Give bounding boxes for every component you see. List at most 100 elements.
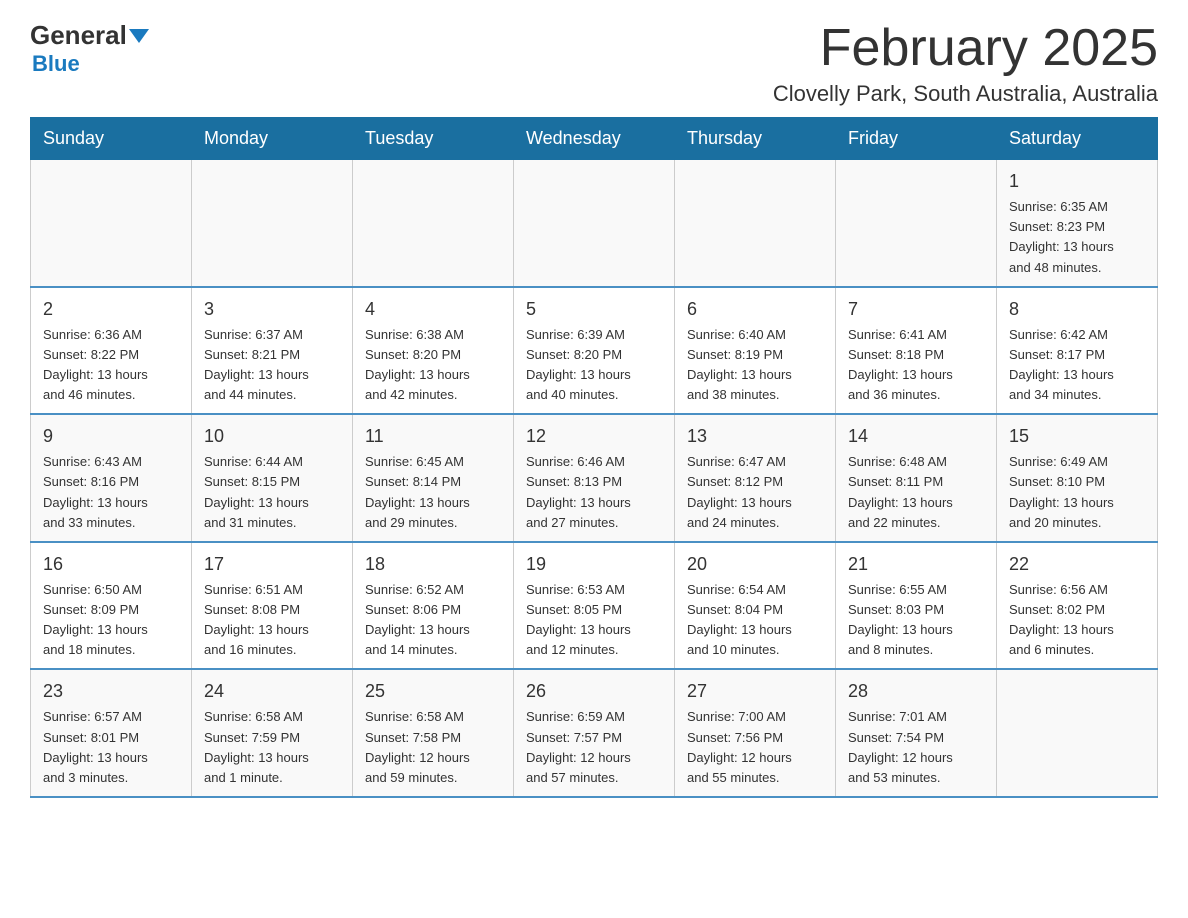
day-number: 26 bbox=[526, 678, 662, 705]
calendar-cell: 11Sunrise: 6:45 AMSunset: 8:14 PMDayligh… bbox=[353, 414, 514, 542]
day-number: 27 bbox=[687, 678, 823, 705]
day-number: 16 bbox=[43, 551, 179, 578]
day-number: 5 bbox=[526, 296, 662, 323]
day-number: 4 bbox=[365, 296, 501, 323]
calendar-cell: 21Sunrise: 6:55 AMSunset: 8:03 PMDayligh… bbox=[836, 542, 997, 670]
calendar-cell: 7Sunrise: 6:41 AMSunset: 8:18 PMDaylight… bbox=[836, 287, 997, 415]
day-info: Sunrise: 6:43 AMSunset: 8:16 PMDaylight:… bbox=[43, 452, 179, 533]
calendar-cell: 1Sunrise: 6:35 AMSunset: 8:23 PMDaylight… bbox=[997, 160, 1158, 287]
weekday-header-saturday: Saturday bbox=[997, 118, 1158, 160]
calendar-cell bbox=[31, 160, 192, 287]
calendar-table: SundayMondayTuesdayWednesdayThursdayFrid… bbox=[30, 117, 1158, 798]
calendar-cell bbox=[675, 160, 836, 287]
calendar-cell: 20Sunrise: 6:54 AMSunset: 8:04 PMDayligh… bbox=[675, 542, 836, 670]
day-number: 23 bbox=[43, 678, 179, 705]
day-number: 13 bbox=[687, 423, 823, 450]
day-info: Sunrise: 6:52 AMSunset: 8:06 PMDaylight:… bbox=[365, 580, 501, 661]
day-info: Sunrise: 6:53 AMSunset: 8:05 PMDaylight:… bbox=[526, 580, 662, 661]
day-info: Sunrise: 6:36 AMSunset: 8:22 PMDaylight:… bbox=[43, 325, 179, 406]
calendar-cell: 9Sunrise: 6:43 AMSunset: 8:16 PMDaylight… bbox=[31, 414, 192, 542]
calendar-cell: 24Sunrise: 6:58 AMSunset: 7:59 PMDayligh… bbox=[192, 669, 353, 797]
day-number: 21 bbox=[848, 551, 984, 578]
calendar-cell: 14Sunrise: 6:48 AMSunset: 8:11 PMDayligh… bbox=[836, 414, 997, 542]
calendar-cell: 8Sunrise: 6:42 AMSunset: 8:17 PMDaylight… bbox=[997, 287, 1158, 415]
day-info: Sunrise: 6:55 AMSunset: 8:03 PMDaylight:… bbox=[848, 580, 984, 661]
day-number: 9 bbox=[43, 423, 179, 450]
calendar-cell: 26Sunrise: 6:59 AMSunset: 7:57 PMDayligh… bbox=[514, 669, 675, 797]
day-number: 2 bbox=[43, 296, 179, 323]
day-number: 24 bbox=[204, 678, 340, 705]
day-info: Sunrise: 6:49 AMSunset: 8:10 PMDaylight:… bbox=[1009, 452, 1145, 533]
day-info: Sunrise: 6:59 AMSunset: 7:57 PMDaylight:… bbox=[526, 707, 662, 788]
calendar-cell bbox=[997, 669, 1158, 797]
day-number: 8 bbox=[1009, 296, 1145, 323]
day-number: 17 bbox=[204, 551, 340, 578]
day-number: 18 bbox=[365, 551, 501, 578]
day-number: 1 bbox=[1009, 168, 1145, 195]
day-number: 28 bbox=[848, 678, 984, 705]
logo-arrow-icon bbox=[129, 29, 149, 43]
calendar-cell bbox=[514, 160, 675, 287]
day-info: Sunrise: 6:58 AMSunset: 7:58 PMDaylight:… bbox=[365, 707, 501, 788]
logo-general-text: General bbox=[30, 20, 127, 51]
day-info: Sunrise: 6:40 AMSunset: 8:19 PMDaylight:… bbox=[687, 325, 823, 406]
calendar-cell bbox=[353, 160, 514, 287]
logo-blue-text: Blue bbox=[32, 51, 80, 77]
day-info: Sunrise: 6:38 AMSunset: 8:20 PMDaylight:… bbox=[365, 325, 501, 406]
day-info: Sunrise: 6:51 AMSunset: 8:08 PMDaylight:… bbox=[204, 580, 340, 661]
calendar-cell: 22Sunrise: 6:56 AMSunset: 8:02 PMDayligh… bbox=[997, 542, 1158, 670]
calendar-cell: 16Sunrise: 6:50 AMSunset: 8:09 PMDayligh… bbox=[31, 542, 192, 670]
calendar-cell: 18Sunrise: 6:52 AMSunset: 8:06 PMDayligh… bbox=[353, 542, 514, 670]
day-number: 11 bbox=[365, 423, 501, 450]
day-info: Sunrise: 6:37 AMSunset: 8:21 PMDaylight:… bbox=[204, 325, 340, 406]
week-row-3: 9Sunrise: 6:43 AMSunset: 8:16 PMDaylight… bbox=[31, 414, 1158, 542]
calendar-cell: 5Sunrise: 6:39 AMSunset: 8:20 PMDaylight… bbox=[514, 287, 675, 415]
day-number: 22 bbox=[1009, 551, 1145, 578]
calendar-cell bbox=[836, 160, 997, 287]
week-row-1: 1Sunrise: 6:35 AMSunset: 8:23 PMDaylight… bbox=[31, 160, 1158, 287]
month-title: February 2025 bbox=[773, 20, 1158, 77]
calendar-cell: 27Sunrise: 7:00 AMSunset: 7:56 PMDayligh… bbox=[675, 669, 836, 797]
weekday-header-wednesday: Wednesday bbox=[514, 118, 675, 160]
day-info: Sunrise: 6:58 AMSunset: 7:59 PMDaylight:… bbox=[204, 707, 340, 788]
calendar-cell bbox=[192, 160, 353, 287]
day-info: Sunrise: 6:50 AMSunset: 8:09 PMDaylight:… bbox=[43, 580, 179, 661]
day-info: Sunrise: 6:41 AMSunset: 8:18 PMDaylight:… bbox=[848, 325, 984, 406]
day-info: Sunrise: 6:54 AMSunset: 8:04 PMDaylight:… bbox=[687, 580, 823, 661]
day-number: 3 bbox=[204, 296, 340, 323]
calendar-cell: 19Sunrise: 6:53 AMSunset: 8:05 PMDayligh… bbox=[514, 542, 675, 670]
calendar-cell: 25Sunrise: 6:58 AMSunset: 7:58 PMDayligh… bbox=[353, 669, 514, 797]
day-number: 7 bbox=[848, 296, 984, 323]
weekday-header-monday: Monday bbox=[192, 118, 353, 160]
calendar-cell: 23Sunrise: 6:57 AMSunset: 8:01 PMDayligh… bbox=[31, 669, 192, 797]
calendar-cell: 17Sunrise: 6:51 AMSunset: 8:08 PMDayligh… bbox=[192, 542, 353, 670]
day-info: Sunrise: 6:42 AMSunset: 8:17 PMDaylight:… bbox=[1009, 325, 1145, 406]
calendar-cell: 4Sunrise: 6:38 AMSunset: 8:20 PMDaylight… bbox=[353, 287, 514, 415]
day-info: Sunrise: 6:35 AMSunset: 8:23 PMDaylight:… bbox=[1009, 197, 1145, 278]
day-number: 6 bbox=[687, 296, 823, 323]
weekday-header-row: SundayMondayTuesdayWednesdayThursdayFrid… bbox=[31, 118, 1158, 160]
calendar-cell: 10Sunrise: 6:44 AMSunset: 8:15 PMDayligh… bbox=[192, 414, 353, 542]
day-info: Sunrise: 6:44 AMSunset: 8:15 PMDaylight:… bbox=[204, 452, 340, 533]
day-info: Sunrise: 6:48 AMSunset: 8:11 PMDaylight:… bbox=[848, 452, 984, 533]
day-number: 15 bbox=[1009, 423, 1145, 450]
day-number: 12 bbox=[526, 423, 662, 450]
calendar-cell: 15Sunrise: 6:49 AMSunset: 8:10 PMDayligh… bbox=[997, 414, 1158, 542]
weekday-header-tuesday: Tuesday bbox=[353, 118, 514, 160]
day-info: Sunrise: 6:56 AMSunset: 8:02 PMDaylight:… bbox=[1009, 580, 1145, 661]
calendar-cell: 13Sunrise: 6:47 AMSunset: 8:12 PMDayligh… bbox=[675, 414, 836, 542]
location-subtitle: Clovelly Park, South Australia, Australi… bbox=[773, 81, 1158, 107]
calendar-cell: 28Sunrise: 7:01 AMSunset: 7:54 PMDayligh… bbox=[836, 669, 997, 797]
page-header: General Blue February 2025 Clovelly Park… bbox=[30, 20, 1158, 107]
weekday-header-sunday: Sunday bbox=[31, 118, 192, 160]
calendar-cell: 6Sunrise: 6:40 AMSunset: 8:19 PMDaylight… bbox=[675, 287, 836, 415]
week-row-5: 23Sunrise: 6:57 AMSunset: 8:01 PMDayligh… bbox=[31, 669, 1158, 797]
day-number: 10 bbox=[204, 423, 340, 450]
day-info: Sunrise: 6:45 AMSunset: 8:14 PMDaylight:… bbox=[365, 452, 501, 533]
day-number: 25 bbox=[365, 678, 501, 705]
day-info: Sunrise: 7:01 AMSunset: 7:54 PMDaylight:… bbox=[848, 707, 984, 788]
calendar-cell: 3Sunrise: 6:37 AMSunset: 8:21 PMDaylight… bbox=[192, 287, 353, 415]
day-info: Sunrise: 6:39 AMSunset: 8:20 PMDaylight:… bbox=[526, 325, 662, 406]
weekday-header-friday: Friday bbox=[836, 118, 997, 160]
day-number: 19 bbox=[526, 551, 662, 578]
